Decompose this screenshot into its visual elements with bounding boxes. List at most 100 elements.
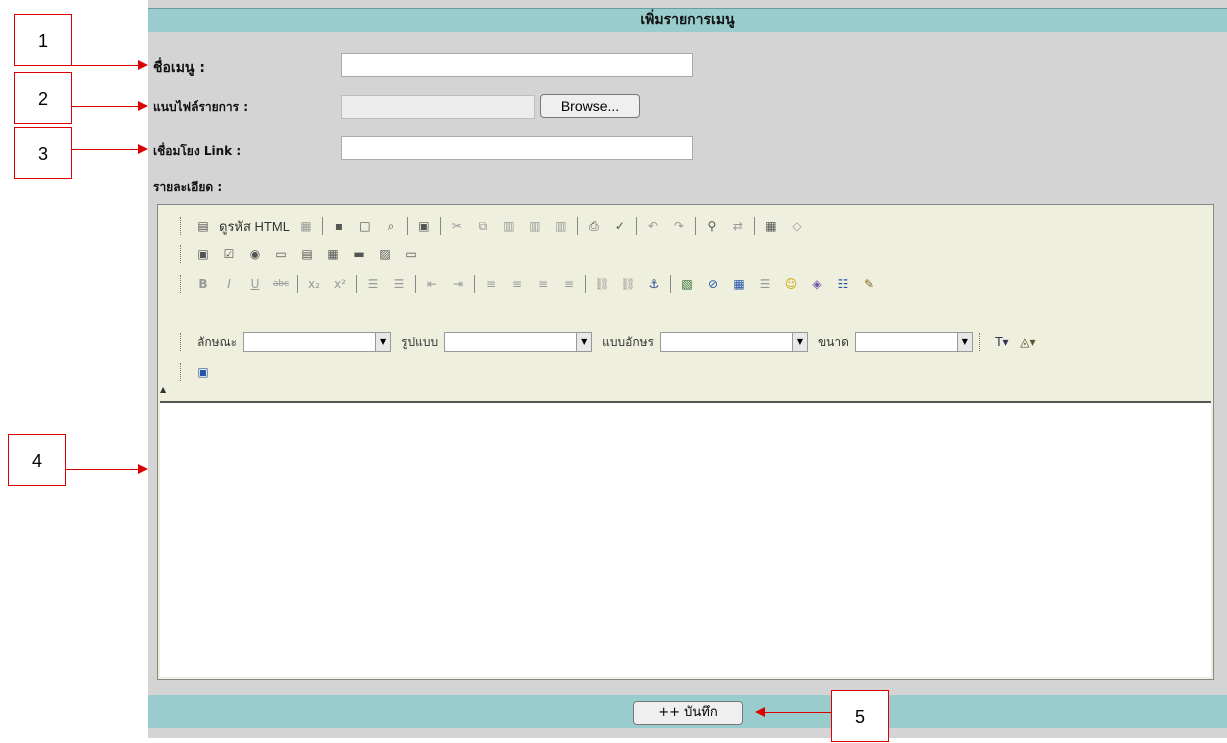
show-blocks-icon[interactable]: ▣ (193, 362, 213, 382)
callout-1-arrow (72, 60, 148, 70)
copy-icon[interactable]: ⧉ (473, 216, 493, 236)
callout-5: 5 (831, 690, 889, 742)
page-title: เพิ่มรายการเมนู (148, 8, 1227, 32)
remove-format-icon[interactable]: ◇ (787, 216, 807, 236)
browse-button[interactable]: Browse... (540, 94, 640, 118)
size-select[interactable]: ▼ (854, 332, 973, 352)
textarea-icon[interactable]: ▤ (297, 244, 317, 264)
strikethrough-icon[interactable]: abc (271, 274, 291, 294)
undo-icon[interactable]: ↶ (643, 216, 663, 236)
anchor-icon[interactable]: ⚓ (644, 274, 664, 294)
flash-icon[interactable]: ⊘ (703, 274, 723, 294)
unlink-icon[interactable]: ⛓ (618, 274, 638, 294)
link-input[interactable] (341, 136, 693, 160)
separator (576, 217, 578, 235)
separator (415, 275, 416, 293)
button-icon[interactable]: ▬ (349, 244, 369, 264)
file-path-field[interactable] (341, 95, 535, 119)
align-left-icon[interactable]: ≡ (481, 274, 501, 294)
source-icon[interactable]: ▤ (193, 216, 213, 236)
align-right-icon[interactable]: ≡ (533, 274, 553, 294)
superscript-icon[interactable]: x² (330, 274, 350, 294)
find-icon[interactable]: ⚲ (702, 216, 722, 236)
special-char-icon[interactable]: ◈ (807, 274, 827, 294)
spellcheck-icon[interactable]: ✓ (610, 216, 630, 236)
style-select[interactable]: ▼ (243, 332, 392, 352)
toolbar-row-4: ลักษณะ ▼ รูปแบบ ▼ แบบอักษร ▼ ขนาด ▼ T▾ ◬… (180, 329, 1038, 355)
source-button[interactable]: ดูรหัส HTML (219, 216, 290, 237)
link-label: เชื่อมโยง Link : (153, 144, 242, 158)
paste-icon[interactable]: ▥ (499, 216, 519, 236)
save-button[interactable]: ++ บันทึก (633, 701, 743, 725)
toolbar-grip (180, 245, 183, 263)
outdent-icon[interactable]: ⇤ (422, 274, 442, 294)
underline-icon[interactable]: U (245, 274, 265, 294)
attach-file-label: แนบไฟล์รายการ : (153, 100, 249, 114)
templates-icon[interactable]: ▦ (296, 216, 316, 236)
radio-icon[interactable]: ◉ (245, 244, 265, 264)
separator (635, 217, 637, 235)
numbered-list-icon[interactable]: ☰ (363, 274, 383, 294)
image-icon[interactable]: ▧ (677, 274, 697, 294)
hidden-field-icon[interactable]: ▭ (401, 244, 421, 264)
menu-name-label: ชื่อเมนู : (153, 60, 205, 76)
bold-icon[interactable]: B (193, 274, 213, 294)
align-center-icon[interactable]: ≡ (507, 274, 527, 294)
rich-text-editor: ▤ ดูรหัส HTML ▦ ▪ □ ⌕ ▣ ✂ ⧉ ▥ ▥ ▥ ⎙ ✓ ↶ … (157, 204, 1214, 680)
smiley-icon[interactable]: ☺ (781, 274, 801, 294)
save-icon[interactable]: ▪ (329, 216, 349, 236)
form-icon[interactable]: ▣ (193, 244, 213, 264)
indent-icon[interactable]: ⇥ (448, 274, 468, 294)
separator (356, 275, 357, 293)
separator (585, 275, 586, 293)
paste-template-icon[interactable]: ▣ (414, 216, 434, 236)
paste-word-icon[interactable]: ▥ (551, 216, 571, 236)
size-label: ขนาด (817, 334, 849, 349)
textfield-icon[interactable]: ▭ (271, 244, 291, 264)
select-all-icon[interactable]: ▦ (761, 216, 781, 236)
justify-icon[interactable]: ≡ (559, 274, 579, 294)
subscript-icon[interactable]: x₂ (304, 274, 324, 294)
callout-4-arrow (66, 464, 148, 474)
page-break-icon[interactable]: ☷ (833, 274, 853, 294)
separator (297, 275, 298, 293)
style-label: ลักษณะ (197, 334, 238, 349)
collapse-toolbar-icon[interactable]: ▲ (160, 385, 166, 394)
preview-icon[interactable]: ⌕ (381, 216, 401, 236)
format-select[interactable]: ▼ (444, 332, 593, 352)
bg-color-icon[interactable]: ◬▾ (1018, 332, 1038, 352)
paste-text-icon[interactable]: ▥ (525, 216, 545, 236)
menu-name-input[interactable] (341, 53, 693, 77)
redo-icon[interactable]: ↷ (669, 216, 689, 236)
separator (474, 275, 475, 293)
print-icon[interactable]: ⎙ (584, 216, 604, 236)
italic-icon[interactable]: I (219, 274, 239, 294)
callout-2: 2 (14, 72, 72, 124)
separator (321, 217, 323, 235)
table-icon[interactable]: ▦ (729, 274, 749, 294)
text-color-icon[interactable]: T▾ (992, 332, 1012, 352)
separator (694, 217, 696, 235)
font-select[interactable]: ▼ (659, 332, 808, 352)
toolbar-row-2: ▣ ☑ ◉ ▭ ▤ ▦ ▬ ▨ ▭ (180, 241, 421, 267)
chevron-down-icon: ▼ (576, 333, 592, 351)
horizontal-rule-icon[interactable]: ☰ (755, 274, 775, 294)
chevron-down-icon: ▼ (375, 333, 391, 351)
cut-icon[interactable]: ✂ (447, 216, 467, 236)
detail-label: รายละเอียด : (153, 180, 223, 194)
callout-3: 3 (14, 127, 72, 179)
link-icon[interactable]: ⛓ (592, 274, 612, 294)
select-field-icon[interactable]: ▦ (323, 244, 343, 264)
callout-5-arrow (755, 707, 831, 717)
bullet-list-icon[interactable]: ☰ (389, 274, 409, 294)
toolbar-row-1: ▤ ดูรหัส HTML ▦ ▪ □ ⌕ ▣ ✂ ⧉ ▥ ▥ ▥ ⎙ ✓ ↶ … (180, 213, 807, 239)
checkbox-icon[interactable]: ☑ (219, 244, 239, 264)
new-page-icon[interactable]: □ (355, 216, 375, 236)
toolbar-row-5: ▣ (180, 359, 213, 385)
replace-icon[interactable]: ⇄ (728, 216, 748, 236)
toolbar-grip (180, 363, 183, 381)
image-button-icon[interactable]: ▨ (375, 244, 395, 264)
about-icon[interactable]: ✎ (859, 274, 879, 294)
editor-content-area[interactable] (160, 401, 1211, 677)
font-label: แบบอักษร (602, 334, 654, 349)
